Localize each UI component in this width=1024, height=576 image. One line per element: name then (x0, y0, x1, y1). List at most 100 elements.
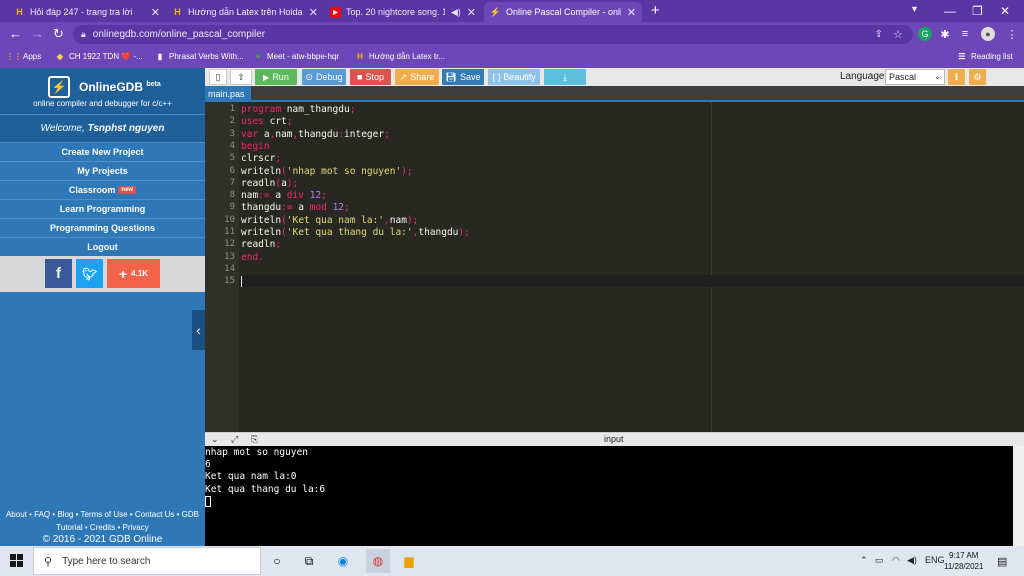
extensions-icon[interactable]: ✱ (938, 27, 952, 41)
mute-tab-icon[interactable]: ◀) (451, 7, 461, 18)
file-explorer-icon[interactable]: ▆ (400, 552, 418, 570)
apps-grid-icon: ⋮⋮ (6, 51, 22, 61)
close-tab-icon[interactable]: ✕ (309, 6, 318, 19)
menu-my-projects[interactable]: My Projects (0, 161, 205, 180)
close-window-icon[interactable]: ✕ (1000, 4, 1010, 18)
gear-icon[interactable]: ⚙ (969, 69, 986, 85)
url-input[interactable]: 🔒︎ onlinegdb.com/online_pascal_compiler … (73, 25, 913, 44)
code-editor[interactable]: 1 2 3 4 5 6 7 8 9 10 11 12 13 14 15 program nam_thangd… (205, 102, 1024, 432)
code-line: nam:= a div 12; (241, 190, 327, 201)
maximize-icon[interactable]: ❐ (972, 4, 983, 18)
reading-mode-icon[interactable]: ≡ (958, 27, 972, 41)
code-line: uses crt; (241, 116, 293, 127)
line-number: 4 (229, 140, 235, 151)
code-token: writeln (241, 165, 282, 177)
bookmark-item[interactable]: ● Meet - atw-bbpe-hqr (253, 51, 339, 61)
code-token: . (258, 251, 264, 263)
menu-logout[interactable]: Logout (0, 237, 205, 256)
menu-create-project[interactable]: Create New Project (0, 142, 205, 161)
info-icon[interactable]: ℹ (948, 69, 965, 85)
minimize-icon[interactable]: — (944, 4, 956, 18)
back-icon[interactable]: ← (9, 26, 22, 41)
console-scrollbar[interactable] (1013, 446, 1024, 546)
task-view-icon[interactable]: ⧉ (300, 552, 318, 570)
battery-icon[interactable]: ▭ (875, 555, 884, 566)
browser-tab[interactable]: ▶ Top. 20 nightcore song. 1:00 ◀) ✕ (324, 2, 482, 22)
bookmark-item[interactable]: ◆ CH 1922 TDN ❤️ -... (55, 51, 143, 61)
twitter-icon[interactable]: 🐦︎ (76, 259, 103, 288)
book-icon: ▮ (157, 51, 163, 61)
browser-tab-active[interactable]: ⚡ Online Pascal Compiler - online c ✕ (484, 2, 642, 22)
debug-button[interactable]: ⊙ Debug (302, 69, 346, 85)
line-number: 12 (224, 239, 235, 250)
edge-icon[interactable]: ◉ (334, 552, 352, 570)
run-button[interactable]: ▶ Run (255, 69, 297, 85)
notifications-icon[interactable]: ▤ (997, 555, 1007, 568)
download-icon[interactable]: ⤓ (544, 69, 586, 85)
chevron-down-icon[interactable]: ⌄ (211, 434, 219, 445)
language-select[interactable]: Pascal ⌄ (885, 69, 945, 85)
reading-list[interactable]: ☰ Reading list (957, 51, 1012, 61)
bookmark-apps[interactable]: ⋮⋮ Apps (6, 51, 41, 61)
code-token: 'Ket qua nam la:' (286, 214, 385, 226)
close-tab-icon[interactable]: ✕ (627, 6, 636, 19)
menu-learn-programming[interactable]: Learn Programming (0, 199, 205, 218)
show-hidden-icons-icon[interactable]: ⌃ (860, 555, 868, 566)
chrome-icon[interactable]: ◍ (366, 549, 390, 573)
tab-title: Hỏi đáp 247 - trang tra lời (30, 7, 133, 17)
stop-icon: ■ (357, 72, 363, 82)
file-tabs: main.pas (205, 86, 1024, 102)
beautify-button[interactable]: { } Beautify (488, 69, 540, 85)
save-button[interactable]: 💾︎ Save (442, 69, 484, 85)
bookmark-star-icon[interactable]: ☆ (893, 28, 903, 41)
cortana-icon[interactable]: ○ (268, 552, 286, 570)
code-token: ); (401, 165, 413, 177)
console-input-label: input (604, 434, 624, 444)
share-count: 4.1K (131, 269, 149, 278)
menu-programming-questions[interactable]: Programming Questions (0, 218, 205, 237)
console-output[interactable]: nhap mot so nguyen 6 Ket qua nam la:0 Ke… (205, 446, 1013, 546)
code-line: end. (241, 252, 264, 263)
brand-name[interactable]: OnlineGDB beta (79, 80, 161, 94)
profile-avatar[interactable]: ● (981, 27, 995, 41)
code-token: nam (275, 128, 293, 140)
new-tab-icon[interactable]: + (651, 2, 660, 19)
wifi-icon[interactable]: ◠ (892, 555, 900, 566)
tab-search-icon[interactable]: ▾ (912, 4, 917, 15)
line-number: 5 (229, 153, 235, 164)
stop-button[interactable]: ■ Stop (350, 69, 391, 85)
bookmark-item[interactable]: H Hướng dẫn Latex tr... (355, 51, 445, 61)
share-count-button[interactable]: +4.1K (107, 259, 160, 288)
facebook-icon[interactable]: f (45, 259, 72, 288)
close-tab-icon[interactable]: ✕ (151, 6, 160, 19)
tab-main-pas[interactable]: main.pas (205, 86, 251, 102)
code-line: readln; (241, 239, 281, 250)
browser-tab[interactable]: H Hỏi đáp 247 - trang tra lời ✕ (8, 2, 166, 22)
volume-icon[interactable]: ◀) (907, 555, 917, 566)
forward-icon[interactable]: → (31, 26, 44, 41)
close-tab-icon[interactable]: ✕ (467, 6, 476, 19)
clock[interactable]: 9:17 AM 11/28/2021 (944, 550, 983, 572)
code-token: ; (321, 190, 327, 202)
collapse-sidebar-chevron-icon[interactable]: ‹ (192, 310, 205, 350)
code-token: ; (275, 153, 282, 165)
menu-classroom[interactable]: Classroom new (0, 180, 205, 199)
windows-start-icon[interactable] (10, 554, 23, 567)
copy-icon[interactable]: ⎘ (251, 434, 258, 445)
windows-taskbar: ⚲ Type here to search ○ ⧉ ◉ ◍ ▆ ⌃ ▭ ◠ ◀)… (0, 546, 1024, 576)
browser-tab[interactable]: H Hướng dẫn Latex trên Hoidap247 ✕ (166, 2, 324, 22)
taskbar-search-input[interactable]: ⚲ Type here to search (33, 547, 261, 575)
new-file-icon[interactable]: ▯ (209, 69, 227, 85)
upload-file-icon[interactable]: ⇧ (230, 69, 252, 85)
code-line: begin (241, 141, 270, 152)
console-cursor (205, 496, 211, 507)
grammarly-icon[interactable]: G (918, 27, 932, 41)
footer-links[interactable]: About • FAQ • Blog • Terms of Use • Cont… (0, 508, 205, 534)
share-button[interactable]: ↗ Share (395, 69, 439, 85)
menu-icon[interactable]: ⋮ (1005, 27, 1019, 41)
bookmark-item[interactable]: ▮ Phrasal Verbs With... (155, 51, 244, 61)
reload-icon[interactable]: ↻ (53, 26, 64, 42)
share-icon[interactable]: ⇪ (875, 29, 883, 40)
language-indicator[interactable]: ENG (925, 555, 945, 565)
expand-icon[interactable]: ⤢ (231, 434, 238, 445)
